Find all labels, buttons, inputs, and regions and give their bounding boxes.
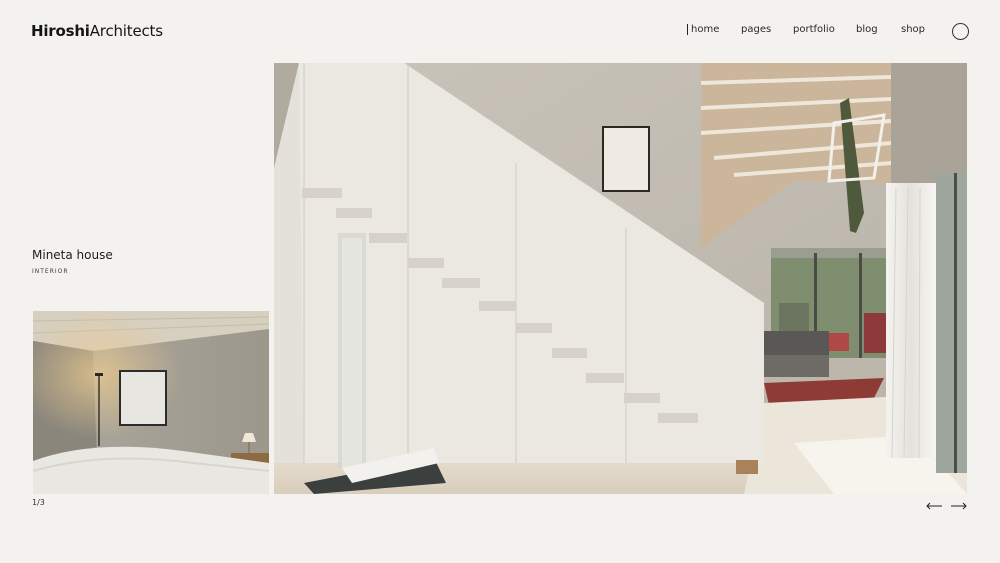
- arrow-left-icon[interactable]: [925, 500, 943, 512]
- slide-counter: 1/3: [32, 498, 45, 507]
- thumbnail-image[interactable]: [33, 311, 269, 494]
- project-title[interactable]: Mineta house: [32, 248, 113, 262]
- hero-image[interactable]: [274, 63, 967, 494]
- main-nav: home pages portfolio blog shop: [0, 24, 1000, 40]
- project-category: INTERIOR: [32, 268, 69, 275]
- nav-item-shop[interactable]: shop: [901, 24, 925, 35]
- nav-item-blog[interactable]: blog: [856, 24, 878, 35]
- nav-item-home[interactable]: home: [687, 24, 719, 35]
- nav-item-portfolio[interactable]: portfolio: [793, 24, 835, 35]
- nav-item-pages[interactable]: pages: [741, 24, 771, 35]
- circle-icon[interactable]: [952, 23, 969, 40]
- arrow-right-icon[interactable]: [950, 500, 968, 512]
